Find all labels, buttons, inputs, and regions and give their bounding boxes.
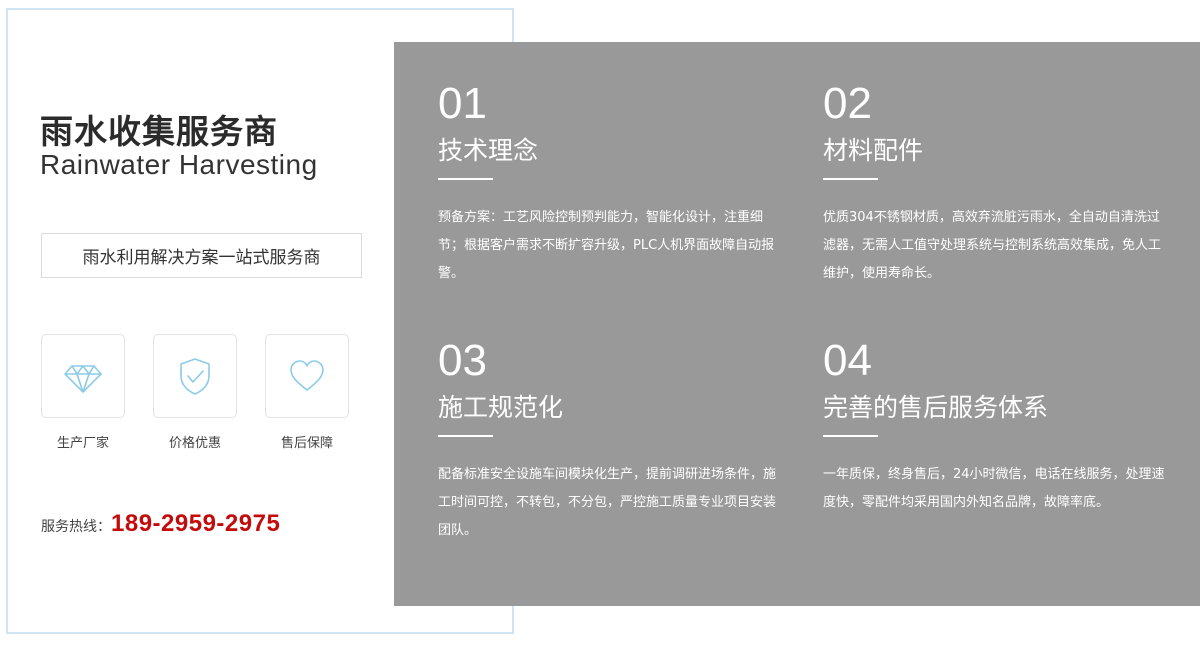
advantage-item: 04 完善的售后服务体系 一年质保，终身售后，24小时微信，电话在线服务，处理速… [823, 339, 1168, 517]
advantage-item: 01 技术理念 预备方案：工艺风险控制预判能力，智能化设计，注重细节；根据客户需… [438, 82, 783, 288]
item-number: 04 [823, 336, 872, 385]
hotline-label: 服务热线： [41, 519, 111, 535]
feature-label: 价格优惠 [168, 436, 221, 451]
item-number: 01 [438, 79, 487, 128]
advantage-item: 02 材料配件 优质304不锈钢材质，高效弃流脏污雨水，全自动自清洗过滤器，无需… [823, 82, 1168, 288]
advantages-panel: 01 技术理念 预备方案：工艺风险控制预判能力，智能化设计，注重细节；根据客户需… [394, 42, 1200, 606]
item-description: 优质304不锈钢材质，高效弃流脏污雨水，全自动自清洗过滤器，无需人工值守处理系统… [823, 210, 1162, 281]
item-divider [438, 178, 493, 180]
advantage-item: 03 施工规范化 配备标准安全设施车间模块化生产，提前调研进场条件，施工时间可控… [438, 339, 783, 545]
feature-icon-box [265, 334, 349, 418]
item-number: 02 [823, 79, 872, 128]
item-number: 03 [438, 336, 487, 385]
feature-label: 售后保障 [280, 436, 333, 451]
feature-price[interactable]: 价格优惠 [153, 334, 237, 451]
page: 雨水收集服务商 Rainwater Harvesting 雨水利用解决方案一站式… [0, 0, 1200, 650]
feature-manufacturer[interactable]: 生产厂家 [41, 334, 125, 451]
item-title: 完善的售后服务体系 [823, 393, 1049, 422]
hotline-number[interactable]: 189-2959-2975 [111, 510, 280, 538]
heart-icon [290, 360, 324, 391]
slogan-box: 雨水利用解决方案一站式服务商 [41, 233, 362, 278]
feature-icon-box [153, 334, 237, 418]
brand-title: 雨水收集服务商 [40, 112, 278, 151]
shield-check-icon [180, 358, 210, 395]
diamond-icon [64, 365, 102, 393]
item-divider [823, 435, 878, 437]
item-title: 施工规范化 [438, 393, 564, 422]
brand-subtitle: Rainwater Harvesting [40, 149, 318, 180]
feature-aftersales[interactable]: 售后保障 [265, 334, 349, 451]
item-description: 预备方案：工艺风险控制预判能力，智能化设计，注重细节；根据客户需求不断扩容升级，… [438, 210, 775, 281]
item-divider [438, 435, 493, 437]
item-description: 一年质保，终身售后，24小时微信，电话在线服务，处理速度快，零配件均采用国内外知… [823, 467, 1165, 510]
hotline: 服务热线： 189-2959-2975 [41, 510, 280, 538]
feature-label: 生产厂家 [56, 436, 109, 451]
item-title: 技术理念 [438, 136, 539, 165]
item-divider [823, 178, 878, 180]
item-title: 材料配件 [823, 136, 924, 165]
item-description: 配备标准安全设施车间模块化生产，提前调研进场条件，施工时间可控，不转包，不分包，… [438, 467, 777, 538]
feature-icon-box [41, 334, 125, 418]
